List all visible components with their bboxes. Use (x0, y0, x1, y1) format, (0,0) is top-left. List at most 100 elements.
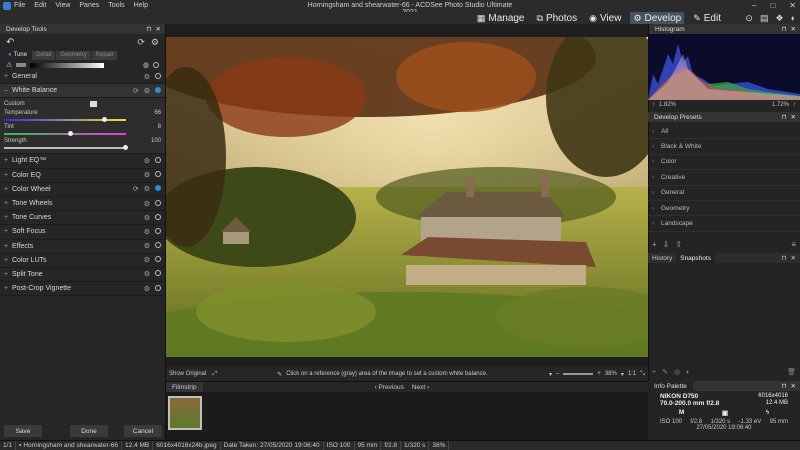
apply-snapshot-icon[interactable]: ◎ (674, 368, 680, 376)
edit-snapshot-icon[interactable]: ✎ (662, 368, 668, 376)
gear-icon[interactable]: ⚙ (144, 256, 150, 264)
export-icon[interactable]: ⇧ (675, 240, 682, 249)
preset-item[interactable]: › Landscape (648, 216, 800, 232)
mode-edit[interactable]: ✎ Edit (690, 12, 724, 24)
globe-icon[interactable]: ◍ (143, 61, 149, 69)
menu-view[interactable]: View (55, 2, 70, 9)
menu-file[interactable]: File (14, 2, 25, 9)
preset-item[interactable]: › General (648, 186, 800, 201)
eyedropper-icon[interactable]: ✎ (277, 371, 282, 378)
maximize-icon[interactable]: □ (770, 1, 775, 10)
cancel-button[interactable]: Cancel (124, 425, 162, 437)
tool-row[interactable]: + Split Tone ⚙ (0, 268, 165, 283)
toggle-ring[interactable] (155, 86, 161, 93)
previous-button[interactable]: ‹ Previous (375, 384, 404, 391)
tool-general[interactable]: + General ⚙ (0, 70, 165, 85)
fit-icon[interactable]: ⤢ (212, 371, 217, 378)
undo-icon[interactable]: ↶ (6, 37, 14, 48)
gear-icon[interactable]: ⚙ (144, 270, 150, 278)
preset-item[interactable]: › All (648, 124, 800, 140)
tool-row[interactable]: + Color LUTs ⚙ (0, 254, 165, 268)
tab-repair[interactable]: Repair (91, 50, 118, 60)
minimize-icon[interactable]: – (752, 1, 756, 10)
tool-row[interactable]: + Soft Focus ⚙ (0, 225, 165, 240)
toggle-ring[interactable] (155, 256, 161, 263)
zoom-slider[interactable] (563, 373, 594, 375)
slider-thumb[interactable] (102, 117, 108, 123)
gear-icon[interactable]: ⚙ (144, 242, 150, 250)
toggle-ring[interactable] (155, 199, 161, 206)
gear-icon[interactable]: ⚙ (144, 185, 150, 193)
reset-icon[interactable]: ⟳ (133, 87, 139, 95)
trash-icon[interactable]: 🗑 (787, 368, 796, 376)
save-button[interactable]: Save (4, 425, 42, 437)
gear-icon[interactable]: ⚙ (144, 200, 150, 208)
preset-item[interactable]: › Color (648, 155, 800, 171)
reset-icon[interactable]: ⟳ (137, 37, 145, 48)
panel-close-icon[interactable]: ✕ (791, 25, 796, 33)
zoom-out-icon[interactable]: – (556, 371, 559, 377)
tab-geometry[interactable]: Geometry (56, 50, 91, 60)
tool-row[interactable]: + Color Wheel ⟳ ⚙ (0, 183, 165, 197)
gear-icon[interactable]: ⚙ (144, 87, 150, 95)
toggle-ring[interactable] (155, 213, 161, 220)
add-preset-icon[interactable]: + (652, 240, 657, 249)
panel-close-icon[interactable]: ✕ (791, 382, 796, 390)
slider-thumb[interactable] (123, 145, 128, 151)
mode-view[interactable]: ◉ View (586, 12, 624, 24)
preset-item[interactable]: › Geometry (648, 201, 800, 217)
zoom-in-icon[interactable]: + (597, 371, 601, 377)
toggle-ring[interactable] (155, 171, 161, 178)
overflow-icon[interactable]: ❖ (775, 13, 783, 24)
filmstrip-thumbnail[interactable] (168, 396, 202, 430)
dashboard-icon[interactable]: ⊙ (745, 13, 753, 24)
preset-item[interactable]: › Black & White (648, 139, 800, 155)
wb-preset-select[interactable]: Custom (4, 101, 161, 108)
panel-close-icon[interactable]: ✕ (791, 254, 796, 262)
ai-icon[interactable]: ◐ (791, 13, 796, 24)
tool-row[interactable]: + Tone Curves ⚙ (0, 211, 165, 226)
pin-icon[interactable]: ⊓ (781, 254, 786, 262)
pin-icon[interactable]: ⊓ (781, 25, 786, 33)
reset-icon[interactable]: ⟳ (133, 185, 139, 193)
clip-low-icon[interactable]: ↑ (652, 102, 655, 108)
tool-row[interactable]: + Tone Wheels ⚙ (0, 197, 165, 212)
stats-icon[interactable]: ▤ (760, 13, 769, 24)
tool-row[interactable]: + Post-Crop Vignette ⚙ (0, 282, 165, 297)
preset-item[interactable]: › Creative (648, 170, 800, 186)
gear-icon[interactable]: ⚙ (144, 285, 150, 293)
mode-manage[interactable]: ▦ Manage (474, 12, 528, 24)
shadow-slider[interactable] (16, 63, 27, 67)
fullscreen-icon[interactable]: ⤡ (640, 371, 645, 378)
photo-canvas[interactable] (166, 37, 648, 357)
list-menu-icon[interactable]: ≡ (791, 240, 796, 249)
gear-icon[interactable]: ⚙ (144, 171, 150, 179)
tool-white-balance[interactable]: – White Balance ⟳ ⚙ (0, 84, 165, 99)
menu-help[interactable]: Help (134, 2, 148, 9)
toggle-ring[interactable] (155, 156, 161, 163)
menu-tools[interactable]: Tools (108, 2, 124, 9)
toggle-ring[interactable] (155, 242, 161, 249)
warning-icon[interactable]: ⚠ (6, 61, 12, 69)
compare-icon[interactable]: ◐ (686, 369, 690, 376)
menu-panes[interactable]: Panes (79, 2, 99, 9)
clip-high-icon[interactable]: ↑ (793, 102, 796, 108)
gear-icon[interactable]: ⚙ (144, 228, 150, 236)
panel-close-icon[interactable]: ✕ (156, 25, 161, 33)
tool-row[interactable]: + Effects ⚙ (0, 240, 165, 254)
pin-icon[interactable]: ⊓ (146, 25, 151, 33)
show-original-button[interactable]: Show Original (169, 371, 206, 377)
settings-icon[interactable]: ⚙ (151, 37, 159, 48)
import-icon[interactable]: ⇩ (663, 240, 670, 249)
toggle-ring[interactable] (155, 227, 161, 234)
tab-detail[interactable]: Detail (32, 50, 56, 60)
pin-icon[interactable]: ⊓ (781, 382, 786, 390)
strength-slider[interactable] (4, 145, 128, 151)
done-button[interactable]: Done (70, 425, 108, 437)
tab-history[interactable]: History (648, 255, 676, 262)
gear-icon[interactable]: ⚙ (144, 214, 150, 222)
actual-size-button[interactable]: 1:1 (628, 371, 636, 377)
tab-snapshots[interactable]: Snapshots (676, 253, 715, 263)
zoom-dropdown-icon[interactable]: ▾ (549, 371, 552, 378)
mode-develop[interactable]: ⚙ Develop (630, 12, 685, 24)
